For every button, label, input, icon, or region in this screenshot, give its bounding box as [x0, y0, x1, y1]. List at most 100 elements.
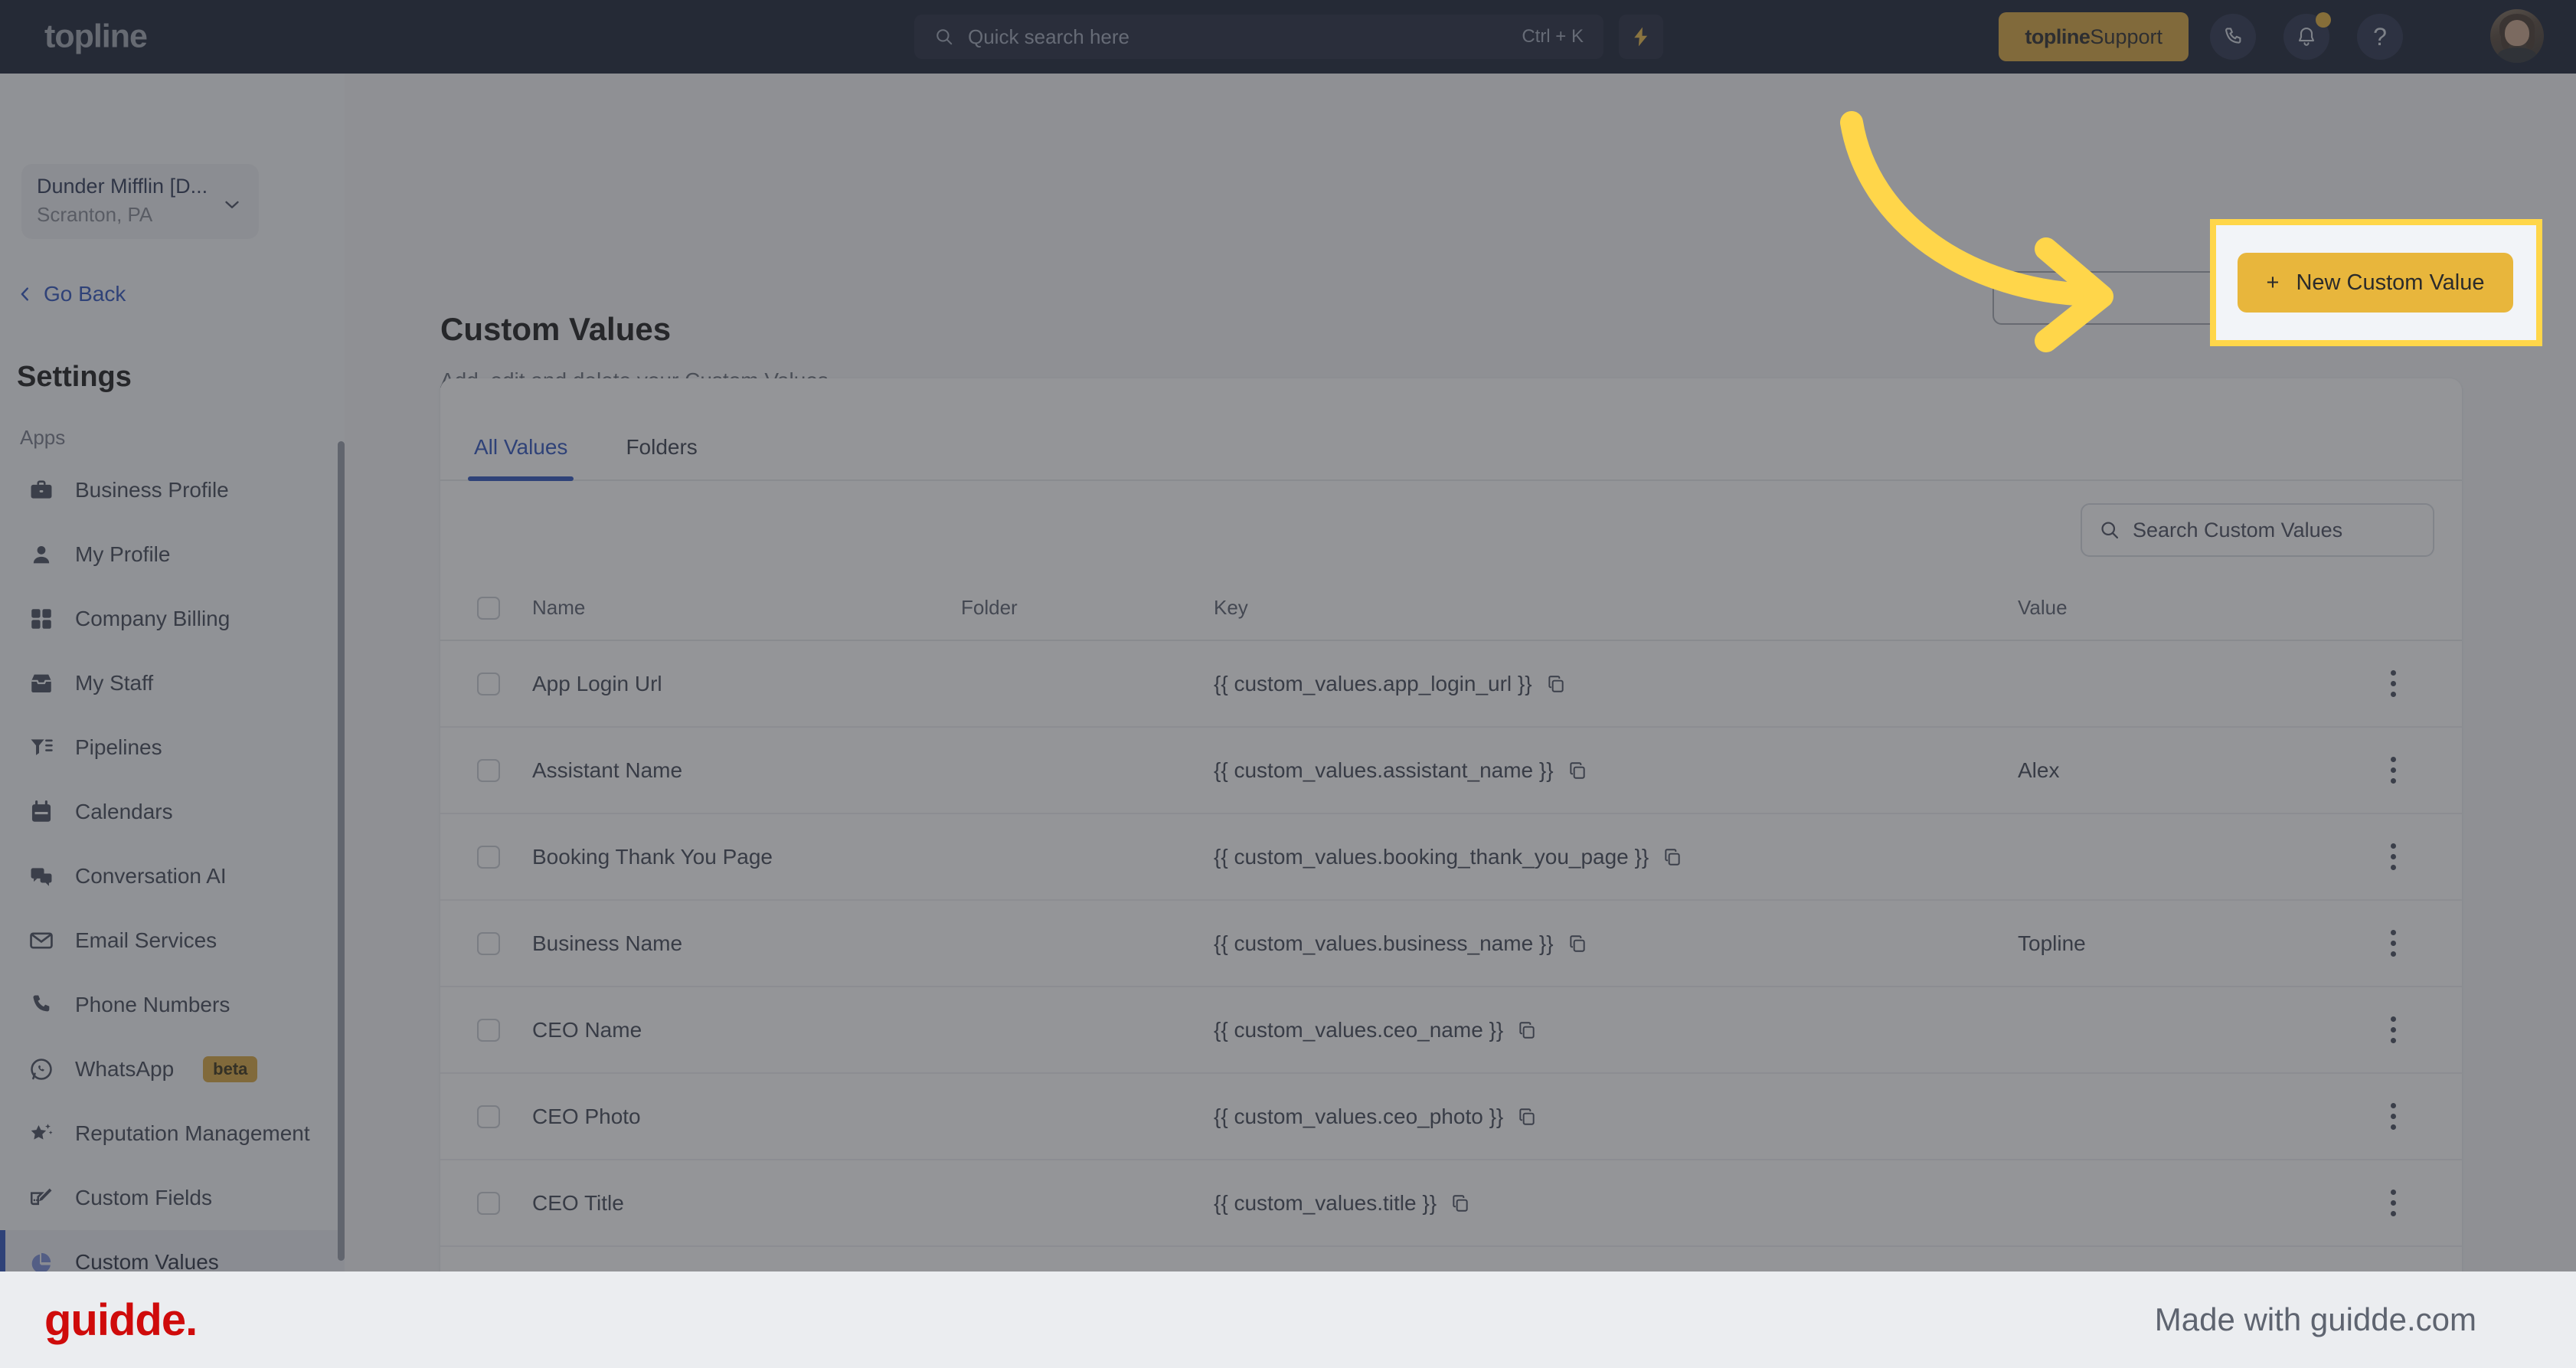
table-header-row: Name Folder Key Value	[440, 579, 2462, 641]
row-actions-menu[interactable]	[2324, 757, 2462, 784]
sidebar-item-my-profile[interactable]: My Profile	[0, 522, 345, 587]
help-button[interactable]: ?	[2357, 14, 2403, 60]
sidebar-item-pipelines[interactable]: Pipelines	[0, 715, 345, 780]
table-row[interactable]: Assistant Name {{ custom_values.assistant…	[440, 727, 2462, 814]
cell-key-wrap: {{ custom_values.assistant_name }}	[1214, 727, 2018, 814]
whatsapp-icon-wrap	[28, 1055, 55, 1083]
sidebar-item-label: Business Profile	[75, 478, 229, 502]
row-checkbox[interactable]	[477, 672, 500, 695]
chat-bubbles-icon-wrap	[28, 862, 55, 890]
copy-icon[interactable]	[1662, 847, 1682, 867]
table-row[interactable]: Booking Thank You Page {{ custom_values.b…	[440, 813, 2462, 901]
support-brand-text: topline	[2025, 25, 2091, 48]
row-actions-menu[interactable]	[2324, 930, 2462, 957]
cell-actions	[2324, 900, 2462, 987]
table-row[interactable]: Business Name {{ custom_values.business_n…	[440, 900, 2462, 987]
sidebar-item-business-profile[interactable]: Business Profile	[0, 458, 345, 522]
cell-value	[2018, 813, 2324, 901]
dot	[2390, 951, 2396, 957]
copy-icon[interactable]	[1546, 674, 1566, 694]
column-header-name[interactable]: Name	[532, 579, 961, 641]
table-row[interactable]: CEO Photo {{ custom_values.ceo_photo }}	[440, 1073, 2462, 1160]
cell-folder	[961, 727, 1214, 814]
tab-all-values[interactable]: All Values	[468, 435, 574, 481]
sidebar-item-custom-fields[interactable]: Custom Fields	[0, 1166, 345, 1230]
custom-values-heading: Custom Values	[440, 311, 672, 347]
phone-icon-wrap	[28, 991, 55, 1019]
row-select-cell	[440, 987, 532, 1074]
row-actions-menu[interactable]	[2324, 843, 2462, 870]
cell-name: CEO Name	[532, 987, 961, 1074]
sidebar-item-label: Phone Numbers	[75, 993, 230, 1016]
sidebar-item-label: Company Billing	[75, 607, 230, 630]
tab-folders[interactable]: Folders	[619, 435, 703, 479]
cell-folder	[961, 987, 1214, 1074]
select-all-checkbox[interactable]	[477, 596, 500, 620]
topline-logo[interactable]: topline	[44, 18, 148, 56]
search-custom-values-input[interactable]: Search Custom Values	[2081, 503, 2434, 557]
table-row[interactable]: CEO Name {{ custom_values.ceo_name }}	[440, 987, 2462, 1074]
quick-search-input[interactable]: Quick search here Ctrl + K	[914, 15, 1603, 59]
sidebar-item-label: Custom Fields	[75, 1186, 212, 1209]
briefcase-icon	[31, 480, 52, 499]
cell-folder	[961, 813, 1214, 901]
go-back-link[interactable]: Go Back	[17, 282, 126, 306]
cell-key-wrap: {{ custom_values.ceo_photo }}	[1214, 1073, 2018, 1160]
row-actions-menu[interactable]	[2324, 1190, 2462, 1216]
row-checkbox[interactable]	[477, 1191, 500, 1215]
row-checkbox[interactable]	[477, 1105, 500, 1128]
notification-dot	[2316, 12, 2331, 28]
lightning-bolt-button[interactable]	[1619, 15, 1663, 59]
calendar-icon	[31, 800, 51, 822]
column-header-value[interactable]: Value	[2018, 579, 2324, 641]
row-checkbox[interactable]	[477, 758, 500, 782]
cell-actions	[2324, 987, 2462, 1074]
plus-icon: +	[2266, 270, 2280, 295]
sidebar-item-my-staff[interactable]: My Staff	[0, 651, 345, 715]
location-switcher[interactable]: Dunder Mifflin [D... Scranton, PA	[21, 164, 259, 239]
new-custom-value-button[interactable]: + New Custom Value	[2238, 253, 2513, 313]
sidebar-item-label: Email Services	[75, 928, 217, 952]
topline-support-button[interactable]: topline Support	[1999, 12, 2189, 61]
sidebar-item-calendars[interactable]: Calendars	[0, 780, 345, 844]
inbox-icon-wrap	[28, 669, 55, 697]
column-header-key[interactable]: Key	[1214, 579, 2018, 641]
row-actions-menu[interactable]	[2324, 670, 2462, 697]
column-header-folder[interactable]: Folder	[961, 579, 1214, 641]
row-checkbox[interactable]	[477, 931, 500, 955]
row-actions-menu[interactable]	[2324, 1103, 2462, 1130]
cell-key: {{ custom_values.app_login_url }}	[1214, 671, 1532, 695]
search-icon	[937, 29, 953, 45]
sidebar-item-conversation-ai[interactable]: Conversation AI	[0, 844, 345, 908]
cell-key: {{ custom_values.booking_thank_you_page …	[1214, 844, 1649, 869]
row-checkbox[interactable]	[477, 845, 500, 869]
copy-icon[interactable]	[1568, 934, 1587, 954]
sidebar-item-whatsapp[interactable]: WhatsApp beta	[0, 1037, 345, 1101]
row-checkbox[interactable]	[477, 1018, 500, 1042]
table-row[interactable]: App Login Url {{ custom_values.app_login_…	[440, 640, 2462, 728]
calculator-icon-wrap	[28, 605, 55, 633]
cell-name: Booking Thank You Page	[532, 813, 961, 901]
copy-icon[interactable]	[1568, 761, 1587, 781]
row-select-cell	[440, 727, 532, 814]
sidebar-item-phone-numbers[interactable]: Phone Numbers	[0, 973, 345, 1037]
notifications-button[interactable]	[2283, 12, 2331, 60]
sidebar-item-label: Calendars	[75, 800, 173, 823]
table-row[interactable]: CEO Title {{ custom_values.title }}	[440, 1160, 2462, 1247]
sidebar-item-reputation-management[interactable]: Reputation Management	[0, 1101, 345, 1166]
dot	[2390, 757, 2396, 762]
copy-icon[interactable]	[1517, 1107, 1537, 1127]
cell-value: Alex	[2018, 727, 2324, 814]
briefcase-icon-wrap	[28, 476, 55, 504]
copy-icon[interactable]	[1517, 1020, 1537, 1040]
sidebar-scrollbar[interactable]	[338, 441, 345, 1261]
phone-button[interactable]	[2210, 14, 2256, 60]
cell-key-wrap: {{ custom_values.title }}	[1214, 1160, 2018, 1247]
copy-icon[interactable]	[1450, 1193, 1470, 1213]
avatar[interactable]	[2490, 9, 2544, 63]
sidebar-item-company-billing[interactable]: Company Billing	[0, 587, 345, 651]
cell-key-wrap: {{ custom_values.app_login_url }}	[1214, 640, 2018, 728]
sidebar-item-email-services[interactable]: Email Services	[0, 908, 345, 973]
row-actions-menu[interactable]	[2324, 1016, 2462, 1043]
search-icon	[2101, 522, 2119, 539]
